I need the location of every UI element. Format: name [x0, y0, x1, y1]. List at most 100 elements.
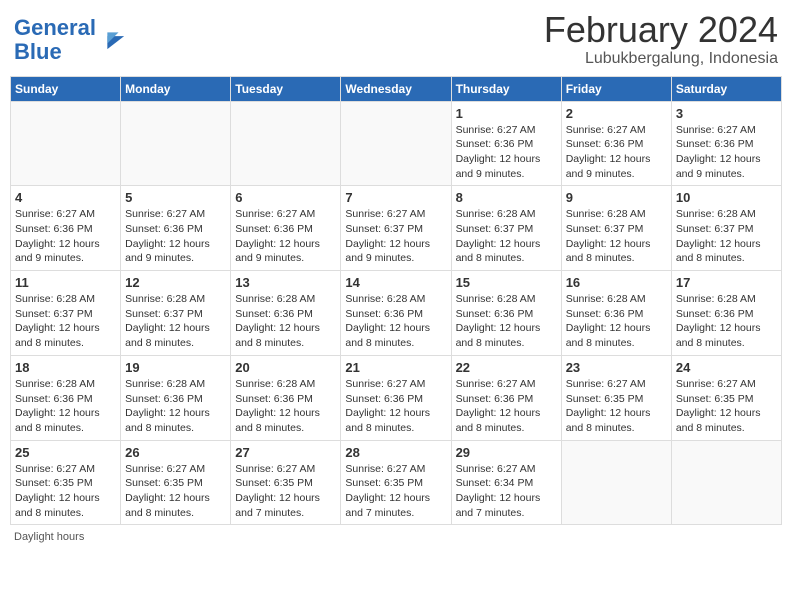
footer-note: Daylight hours: [10, 531, 782, 543]
calendar-cell: 13 Sunrise: 6:28 AM Sunset: 6:36 PM Dayli…: [231, 271, 341, 356]
calendar-cell: 21 Sunrise: 6:27 AM Sunset: 6:36 PM Dayli…: [341, 355, 451, 440]
calendar-cell: [231, 101, 341, 186]
day-info: Sunrise: 6:27 AM Sunset: 6:35 PM Dayligh…: [125, 462, 226, 521]
day-number: 13: [235, 275, 336, 290]
calendar-cell: 28Sunrise: 6:27 AM Sunset: 6:35 PM Dayli…: [341, 440, 451, 525]
calendar-week-row: 18Sunrise: 6:28 AM Sunset: 6:36 PM Dayli…: [11, 355, 782, 440]
calendar-cell: [561, 440, 671, 525]
calendar-cell: 10 Sunrise: 6:28 AM Sunset: 6:37 PM Dayli…: [671, 186, 781, 271]
day-number: 22: [456, 360, 557, 375]
calendar-cell: 11 Sunrise: 6:28 AM Sunset: 6:37 PM Dayli…: [11, 271, 121, 356]
day-of-week-header: Wednesday: [341, 76, 451, 101]
calendar-cell: 25Sunrise: 6:27 AM Sunset: 6:35 PM Dayli…: [11, 440, 121, 525]
page-header: General Blue February 2024 Lubukbergalun…: [10, 10, 782, 68]
day-info: Sunrise: 6:27 AM Sunset: 6:37 PM Dayligh…: [345, 207, 446, 266]
calendar-week-row: 25Sunrise: 6:27 AM Sunset: 6:35 PM Dayli…: [11, 440, 782, 525]
day-number: 12: [125, 275, 226, 290]
day-number: 9: [566, 190, 667, 205]
calendar-cell: [11, 101, 121, 186]
calendar-cell: 26 Sunrise: 6:27 AM Sunset: 6:35 PM Dayli…: [121, 440, 231, 525]
day-info: Sunrise: 6:28 AM Sunset: 6:36 PM Dayligh…: [345, 292, 446, 351]
day-of-week-header: Thursday: [451, 76, 561, 101]
month-title: February 2024: [544, 10, 778, 50]
calendar-cell: 17 Sunrise: 6:28 AM Sunset: 6:36 PM Dayli…: [671, 271, 781, 356]
day-number: 29: [456, 445, 557, 460]
day-info: Sunrise: 6:27 AM Sunset: 6:35 PM Dayligh…: [566, 377, 667, 436]
calendar-cell: 19 Sunrise: 6:28 AM Sunset: 6:36 PM Dayli…: [121, 355, 231, 440]
day-number: 4: [15, 190, 116, 205]
calendar-cell: 22 Sunrise: 6:27 AM Sunset: 6:36 PM Dayli…: [451, 355, 561, 440]
day-of-week-header: Tuesday: [231, 76, 341, 101]
calendar-cell: 8 Sunrise: 6:28 AM Sunset: 6:37 PM Daylig…: [451, 186, 561, 271]
day-number: 17: [676, 275, 777, 290]
calendar-table: SundayMondayTuesdayWednesdayThursdayFrid…: [10, 76, 782, 526]
day-info: Sunrise: 6:28 AM Sunset: 6:36 PM Dayligh…: [15, 377, 116, 436]
calendar-cell: 4 Sunrise: 6:27 AM Sunset: 6:36 PM Daylig…: [11, 186, 121, 271]
day-number: 23: [566, 360, 667, 375]
day-number: 1: [456, 106, 557, 121]
day-of-week-header: Monday: [121, 76, 231, 101]
day-number: 27: [235, 445, 336, 460]
day-number: 20: [235, 360, 336, 375]
day-info: Sunrise: 6:27 AM Sunset: 6:34 PM Dayligh…: [456, 462, 557, 521]
day-number: 8: [456, 190, 557, 205]
day-number: 3: [676, 106, 777, 121]
day-info: Sunrise: 6:27 AM Sunset: 6:36 PM Dayligh…: [125, 207, 226, 266]
calendar-cell: 1 Sunrise: 6:27 AM Sunset: 6:36 PM Daylig…: [451, 101, 561, 186]
day-info: Sunrise: 6:27 AM Sunset: 6:35 PM Dayligh…: [235, 462, 336, 521]
calendar-cell: 3 Sunrise: 6:27 AM Sunset: 6:36 PM Daylig…: [671, 101, 781, 186]
logo-text: General Blue: [14, 16, 96, 64]
calendar-cell: 12 Sunrise: 6:28 AM Sunset: 6:37 PM Dayli…: [121, 271, 231, 356]
day-info: Sunrise: 6:27 AM Sunset: 6:35 PM Dayligh…: [345, 462, 446, 521]
day-number: 26: [125, 445, 226, 460]
calendar-cell: 2Sunrise: 6:27 AM Sunset: 6:36 PM Daylig…: [561, 101, 671, 186]
calendar-cell: 27 Sunrise: 6:27 AM Sunset: 6:35 PM Dayli…: [231, 440, 341, 525]
day-number: 19: [125, 360, 226, 375]
day-info: Sunrise: 6:28 AM Sunset: 6:37 PM Dayligh…: [125, 292, 226, 351]
day-info: Sunrise: 6:27 AM Sunset: 6:36 PM Dayligh…: [15, 207, 116, 266]
calendar-cell: [671, 440, 781, 525]
day-info: Sunrise: 6:28 AM Sunset: 6:36 PM Dayligh…: [456, 292, 557, 351]
logo: General Blue: [14, 16, 126, 64]
calendar-cell: 14 Sunrise: 6:28 AM Sunset: 6:36 PM Dayli…: [341, 271, 451, 356]
day-number: 7: [345, 190, 446, 205]
day-number: 15: [456, 275, 557, 290]
calendar-cell: 9 Sunrise: 6:28 AM Sunset: 6:37 PM Daylig…: [561, 186, 671, 271]
calendar-week-row: 11 Sunrise: 6:28 AM Sunset: 6:37 PM Dayli…: [11, 271, 782, 356]
day-info: Sunrise: 6:27 AM Sunset: 6:36 PM Dayligh…: [456, 377, 557, 436]
logo-icon: [98, 23, 126, 51]
day-number: 6: [235, 190, 336, 205]
day-of-week-header: Saturday: [671, 76, 781, 101]
day-info: Sunrise: 6:28 AM Sunset: 6:36 PM Dayligh…: [676, 292, 777, 351]
day-number: 14: [345, 275, 446, 290]
day-number: 16: [566, 275, 667, 290]
day-number: 21: [345, 360, 446, 375]
day-info: Sunrise: 6:28 AM Sunset: 6:36 PM Dayligh…: [235, 292, 336, 351]
day-info: Sunrise: 6:28 AM Sunset: 6:37 PM Dayligh…: [15, 292, 116, 351]
calendar-cell: [121, 101, 231, 186]
day-info: Sunrise: 6:27 AM Sunset: 6:36 PM Dayligh…: [456, 123, 557, 182]
day-info: Sunrise: 6:28 AM Sunset: 6:36 PM Dayligh…: [566, 292, 667, 351]
calendar-cell: 24Sunrise: 6:27 AM Sunset: 6:35 PM Dayli…: [671, 355, 781, 440]
day-info: Sunrise: 6:28 AM Sunset: 6:37 PM Dayligh…: [456, 207, 557, 266]
day-info: Sunrise: 6:27 AM Sunset: 6:36 PM Dayligh…: [235, 207, 336, 266]
calendar-cell: 29 Sunrise: 6:27 AM Sunset: 6:34 PM Dayli…: [451, 440, 561, 525]
location-subtitle: Lubukbergalung, Indonesia: [544, 50, 778, 68]
day-info: Sunrise: 6:28 AM Sunset: 6:36 PM Dayligh…: [125, 377, 226, 436]
day-number: 11: [15, 275, 116, 290]
day-info: Sunrise: 6:27 AM Sunset: 6:36 PM Dayligh…: [345, 377, 446, 436]
day-info: Sunrise: 6:27 AM Sunset: 6:36 PM Dayligh…: [676, 123, 777, 182]
calendar-cell: 6 Sunrise: 6:27 AM Sunset: 6:36 PM Daylig…: [231, 186, 341, 271]
day-info: Sunrise: 6:28 AM Sunset: 6:37 PM Dayligh…: [566, 207, 667, 266]
day-number: 5: [125, 190, 226, 205]
calendar-cell: 23 Sunrise: 6:27 AM Sunset: 6:35 PM Dayli…: [561, 355, 671, 440]
day-info: Sunrise: 6:28 AM Sunset: 6:37 PM Dayligh…: [676, 207, 777, 266]
day-number: 24: [676, 360, 777, 375]
calendar-cell: 15 Sunrise: 6:28 AM Sunset: 6:36 PM Dayli…: [451, 271, 561, 356]
calendar-cell: 16 Sunrise: 6:28 AM Sunset: 6:36 PM Dayli…: [561, 271, 671, 356]
calendar-cell: [341, 101, 451, 186]
day-number: 10: [676, 190, 777, 205]
calendar-week-row: 1 Sunrise: 6:27 AM Sunset: 6:36 PM Daylig…: [11, 101, 782, 186]
day-info: Sunrise: 6:27 AM Sunset: 6:36 PM Dayligh…: [566, 123, 667, 182]
day-of-week-header: Friday: [561, 76, 671, 101]
